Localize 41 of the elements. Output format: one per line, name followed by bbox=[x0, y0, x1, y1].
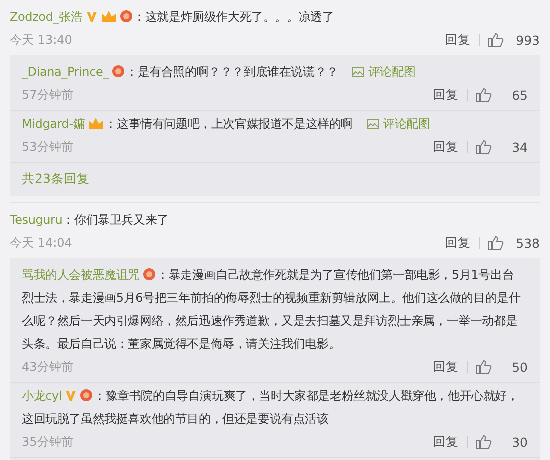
thumbs-up-icon[interactable] bbox=[476, 360, 492, 374]
comment-text: Zodzod_张浩 ：这就是炸厕级作大死了。。。凉透了 bbox=[10, 9, 336, 26]
like-count: 65 bbox=[511, 88, 528, 102]
timestamp: 43分钟前 bbox=[22, 358, 74, 376]
thumbs-up-icon[interactable] bbox=[488, 32, 504, 48]
thumbs-up-icon[interactable] bbox=[476, 88, 492, 102]
comment-text: Tesuguru：你们暴卫兵又来了 bbox=[10, 212, 170, 229]
image-link[interactable]: 评论配图 bbox=[352, 65, 416, 79]
like-count: 538 bbox=[515, 236, 540, 250]
image-icon bbox=[366, 119, 379, 129]
comment-text: Midgard-鏞 ：这事情有问题吧，上次官媒报道不是这样的啊 评论配图 bbox=[21, 116, 432, 133]
username-link[interactable]: Zodzod_张浩 bbox=[10, 10, 83, 24]
username-link[interactable]: Midgard-鏞 bbox=[22, 117, 86, 131]
timestamp: 57分钟前 bbox=[22, 86, 74, 104]
reply-link[interactable]: 回复 bbox=[433, 138, 459, 156]
reply-link[interactable]: 回复 bbox=[433, 358, 459, 376]
like-count: 993 bbox=[515, 32, 540, 48]
reply-link[interactable]: 回复 bbox=[445, 32, 471, 48]
comment-text: _Diana_Prince_ ：是有合照的啊？？？到底谁在说谎？？ 评论配图 bbox=[20, 64, 417, 81]
like-count: 30 bbox=[511, 434, 528, 450]
timestamp: 53分钟前 bbox=[22, 138, 74, 156]
like-count: 34 bbox=[511, 140, 528, 154]
more-replies-link[interactable]: 共23条回复 bbox=[10, 163, 540, 192]
timestamp: 今天 13:40 bbox=[10, 32, 72, 48]
comment-text: 小龙cyl ：豫章书院的自导自演玩爽了，当时大家都是老粉丝就没人戳穿他，他开心就好，这回玩脱了虽然我挺喜欢他的节目的，但还是要说有点活该 bbox=[21, 388, 520, 428]
thumbs-up-icon[interactable] bbox=[476, 434, 492, 450]
timestamp: 今天 14:04 bbox=[10, 234, 72, 252]
username-link[interactable]: 骂我的人会被恶魔诅咒 bbox=[22, 268, 140, 282]
timestamp: 35分钟前 bbox=[22, 434, 74, 450]
username-link[interactable]: 小龙cyl bbox=[22, 389, 62, 403]
thumbs-up-icon[interactable] bbox=[488, 236, 504, 250]
reply-link[interactable]: 回复 bbox=[433, 86, 459, 104]
image-icon bbox=[352, 67, 364, 77]
reply-link[interactable]: 回复 bbox=[445, 234, 471, 252]
image-link[interactable]: 评论配图 bbox=[366, 117, 430, 131]
reply-link[interactable]: 回复 bbox=[433, 434, 459, 450]
comment-text: 骂我的人会被恶魔诅咒 ：暴走漫画自己故意作死就是为了宣传他们第一部电影，5月1号出台烈士法，暴走漫画5月6号把三年前拍的侮辱烈士的视频重新剪辑放网上。他们这么做的目的是什么呢？然后一天内引爆网络，然后迅速作秀道歉，又是去扫墓又是拜访烈士亲属，一举一动都是头条。最后自己说：董家属觉得不是侮辱，请关注我们电影。 bbox=[21, 267, 522, 353]
like-count: 50 bbox=[511, 360, 528, 374]
username-link[interactable]: Tesuguru bbox=[10, 213, 63, 227]
thumbs-up-icon[interactable] bbox=[476, 140, 492, 154]
username-link[interactable]: _Diana_Prince_ bbox=[22, 65, 109, 79]
